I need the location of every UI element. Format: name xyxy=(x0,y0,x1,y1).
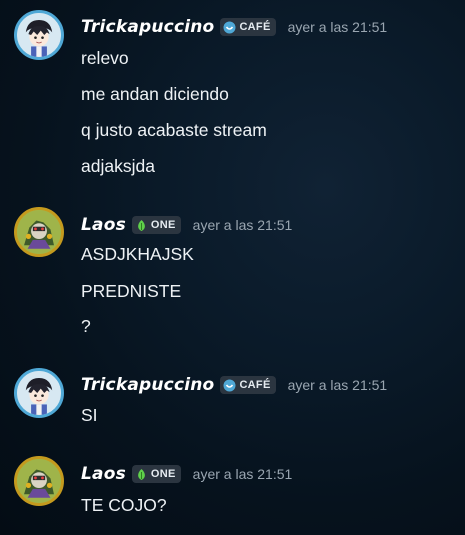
avatar[interactable] xyxy=(14,456,64,506)
user-avatar-icon xyxy=(17,13,61,57)
coffee-icon xyxy=(223,379,236,392)
message-text: TE COJO? xyxy=(81,495,167,515)
server-tag-label: CAFÉ xyxy=(239,379,271,391)
message-header: Trickapuccino CAFÉ ayer a las 21:51 xyxy=(81,374,387,396)
server-tag[interactable]: CAFÉ xyxy=(220,376,276,394)
server-tag[interactable]: ONE xyxy=(131,465,181,483)
coffee-icon xyxy=(223,21,236,34)
username[interactable]: Laos xyxy=(81,215,126,235)
message-text: PREDNISTE xyxy=(81,281,182,301)
username[interactable]: Trickapuccino xyxy=(81,375,214,395)
user-avatar-icon xyxy=(17,459,61,503)
message-text: me andan diciendo xyxy=(81,84,229,104)
message-header: Laos ONE ayer a las 21:51 xyxy=(81,463,292,485)
avatar[interactable] xyxy=(14,368,64,418)
timestamp[interactable]: ayer a las 21:51 xyxy=(288,377,388,393)
message-text: SI xyxy=(81,405,98,425)
message-text: ASDJKHAJSK xyxy=(81,244,194,264)
message-text: relevo xyxy=(81,48,129,68)
timestamp[interactable]: ayer a las 21:51 xyxy=(193,217,293,233)
server-tag-label: CAFÉ xyxy=(239,21,271,33)
server-tag-label: ONE xyxy=(150,468,176,480)
avatar[interactable] xyxy=(14,207,64,257)
timestamp[interactable]: ayer a las 21:51 xyxy=(193,466,293,482)
username[interactable]: Laos xyxy=(81,464,126,484)
message-text: adjaksjda xyxy=(81,156,155,176)
user-avatar-icon xyxy=(17,371,61,415)
avatar[interactable] xyxy=(14,10,64,60)
server-tag-label: ONE xyxy=(150,219,176,231)
timestamp[interactable]: ayer a las 21:51 xyxy=(288,19,388,35)
user-avatar-icon xyxy=(17,210,61,254)
leaf-icon xyxy=(135,468,148,481)
message-header: Trickapuccino CAFÉ ayer a las 21:51 xyxy=(81,16,387,38)
message-text: ? xyxy=(81,316,91,336)
message-header: Laos ONE ayer a las 21:51 xyxy=(81,214,292,236)
server-tag[interactable]: ONE xyxy=(131,216,181,234)
username[interactable]: Trickapuccino xyxy=(81,17,214,37)
server-tag[interactable]: CAFÉ xyxy=(220,18,276,36)
leaf-icon xyxy=(135,219,148,232)
message-text: q justo acabaste stream xyxy=(81,120,267,140)
